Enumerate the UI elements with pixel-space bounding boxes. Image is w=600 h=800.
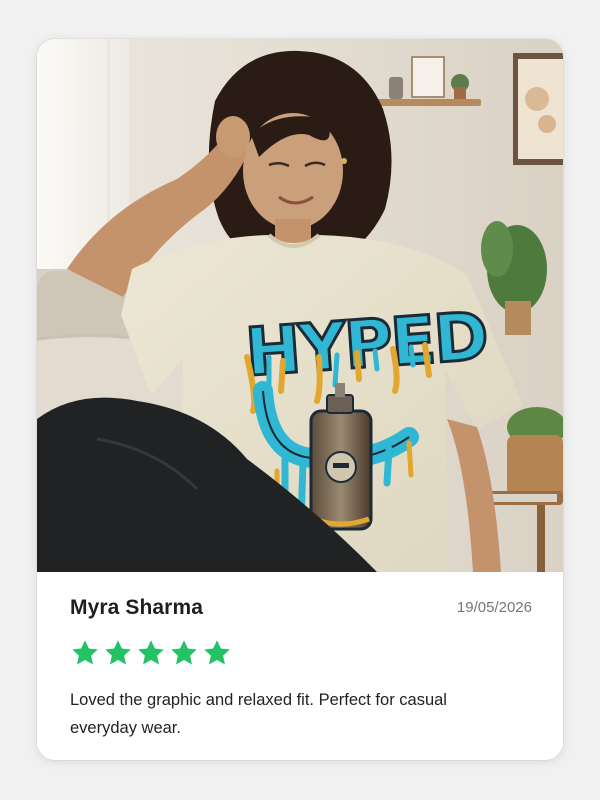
review-body: Myra Sharma 19/05/2026 Loved the graphic… (37, 572, 563, 760)
star-rating (70, 638, 232, 668)
review-card: HYPED Myra Sharma 19/05/2026 Loved the g… (37, 39, 563, 760)
star-icon (204, 640, 230, 665)
review-photo: HYPED (37, 39, 563, 572)
review-text: Loved the graphic and relaxed fit. Perfe… (70, 691, 447, 737)
star-icon (171, 640, 197, 665)
star-icon (72, 640, 98, 665)
review-date: 19/05/2026 (456, 599, 532, 616)
star-icon (138, 640, 164, 665)
page: HYPED Myra Sharma 19/05/2026 Loved the g… (0, 0, 600, 800)
reviewer-name: Myra Sharma (70, 596, 203, 619)
star-icon (105, 640, 131, 665)
